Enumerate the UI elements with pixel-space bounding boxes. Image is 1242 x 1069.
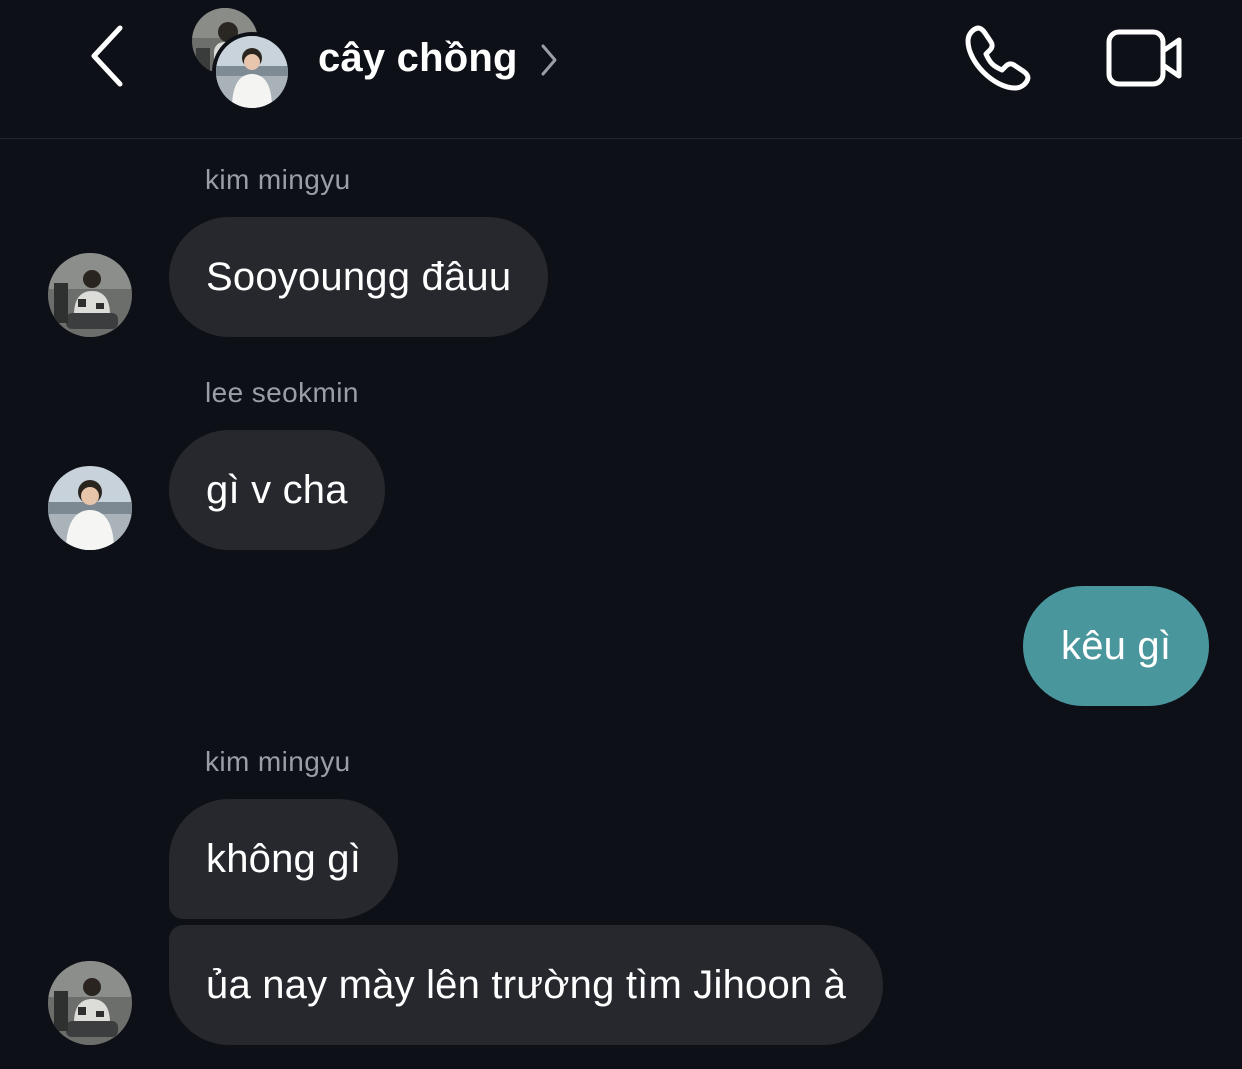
my-message-bubble[interactable]: kêu gì — [1023, 586, 1210, 706]
chat-header: cây chồng — [0, 0, 1242, 139]
video-camera-icon — [1106, 29, 1182, 87]
voice-call-button[interactable] — [958, 18, 1038, 98]
avatar[interactable] — [48, 253, 132, 337]
message-bubble[interactable]: Sooyoungg đâuu — [169, 217, 549, 337]
sender-name: kim mingyu — [205, 164, 351, 195]
avatar[interactable] — [48, 961, 132, 1045]
message-bubble[interactable]: ủa nay mày lên trường tìm Jihoon à — [169, 925, 884, 1045]
chat-title-button[interactable]: cây chồng — [318, 30, 558, 86]
sender-name: kim mingyu — [205, 746, 351, 777]
group-avatar[interactable] — [190, 8, 292, 112]
message-bubble[interactable]: không gì — [169, 799, 399, 919]
chat-screen: cây chồng kim mingyu Sooyoungg đâuu lee … — [0, 0, 1242, 1069]
group-avatar-front — [212, 32, 292, 112]
phone-icon — [965, 25, 1031, 91]
back-button[interactable] — [78, 20, 138, 92]
message-bubble[interactable]: gì v cha — [169, 430, 385, 550]
avatar[interactable] — [48, 466, 132, 550]
video-call-button[interactable] — [1102, 18, 1188, 98]
chat-title: cây chồng — [318, 35, 518, 80]
chevron-right-icon — [540, 43, 558, 77]
sender-name: lee seokmin — [205, 377, 359, 408]
chevron-left-icon — [91, 25, 123, 87]
